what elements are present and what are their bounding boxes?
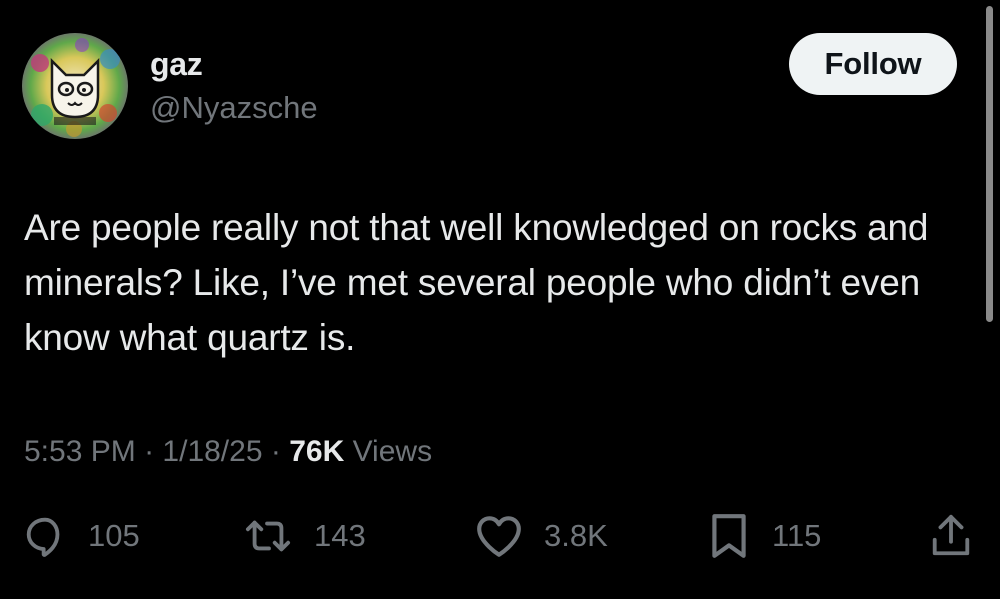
display-name[interactable]: gaz xyxy=(150,44,203,84)
tweet-text: Are people really not that well knowledg… xyxy=(24,207,929,358)
tweet: gaz @Nyazsche Follow Are people really n… xyxy=(0,0,1000,599)
reply-button[interactable]: 105 xyxy=(22,506,140,566)
reply-icon xyxy=(26,517,60,557)
cat-avatar-icon xyxy=(22,33,128,139)
bookmark-button[interactable]: 115 xyxy=(706,506,821,566)
heart-icon xyxy=(477,516,521,557)
like-count: 3.8K xyxy=(544,518,608,553)
follow-button[interactable]: Follow xyxy=(789,33,957,95)
like-button[interactable]: 3.8K xyxy=(474,506,608,566)
scrollbar[interactable] xyxy=(986,6,993,322)
views-label: Views xyxy=(352,435,433,468)
retweet-count: 143 xyxy=(314,518,366,553)
bookmark-icon xyxy=(712,514,746,558)
tweet-time[interactable]: 5:53 PM xyxy=(24,435,136,468)
bookmark-count: 115 xyxy=(772,518,822,553)
avatar[interactable] xyxy=(22,33,128,139)
user-handle[interactable]: @Nyazsche xyxy=(150,88,318,128)
share-icon xyxy=(932,514,970,556)
retweet-icon xyxy=(245,520,291,552)
tweet-date[interactable]: 1/18/25 xyxy=(162,435,262,468)
reply-count: 105 xyxy=(88,518,140,553)
action-bar: 105 143 3.8K 115 xyxy=(0,506,1000,566)
meta-separator: · xyxy=(144,435,155,468)
tweet-meta: 5:53 PM · 1/18/25 · 76K Views xyxy=(24,428,432,476)
meta-separator: · xyxy=(270,435,281,468)
retweet-button[interactable]: 143 xyxy=(242,506,366,566)
views-count: 76K xyxy=(289,435,345,468)
share-button[interactable] xyxy=(928,506,974,566)
